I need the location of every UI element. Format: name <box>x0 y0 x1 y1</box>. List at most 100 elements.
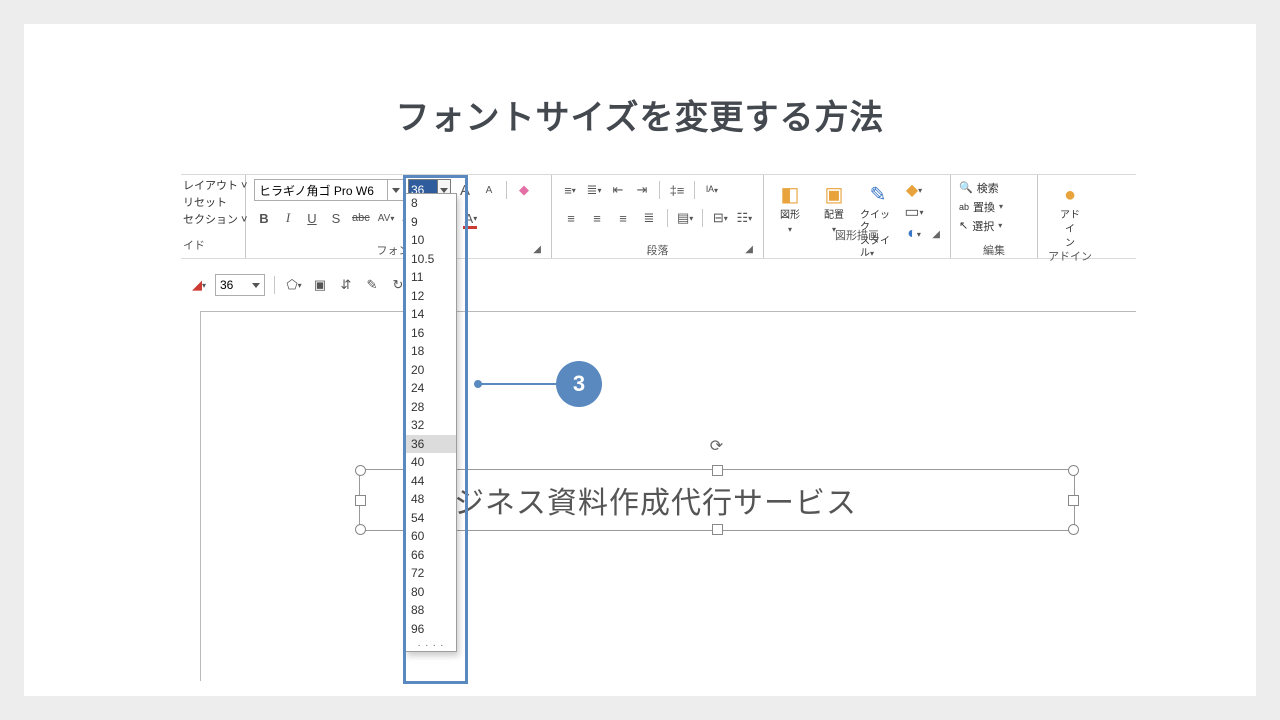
font-size-option[interactable]: 60 <box>406 527 456 546</box>
font-color-button[interactable]: A▾ <box>461 208 481 228</box>
font-size-option[interactable]: 88 <box>406 601 456 620</box>
slide-card: フォントサイズを変更する方法 レイアウト ˅ リセット セクション ˅ イド ヒ… <box>24 24 1256 696</box>
dialog-launcher-icon[interactable]: ◢ <box>932 228 940 242</box>
qat-pen-icon[interactable]: ✎ <box>362 275 382 295</box>
font-size-dropdown-list[interactable]: 891010.511121416182024283236404448546066… <box>405 193 457 652</box>
resize-handle[interactable] <box>355 524 366 535</box>
align-right-button[interactable]: ≡ <box>612 208 634 228</box>
dialog-launcher-icon[interactable]: ◢ <box>533 243 541 257</box>
align-left-button[interactable]: ≡ <box>560 208 582 228</box>
font-size-option[interactable]: 48 <box>406 490 456 509</box>
resize-handle[interactable] <box>1068 465 1079 476</box>
shape-group-label: 図形描画 <box>835 230 879 242</box>
caret-down-icon <box>440 188 448 193</box>
font-size-option[interactable]: 44 <box>406 472 456 491</box>
line-spacing-button[interactable]: ‡≡ <box>667 180 687 200</box>
clear-formatting-button[interactable]: ◆ <box>514 180 534 200</box>
paintbrush-icon: ✎ <box>870 182 887 208</box>
smartart-button[interactable]: ☷▾ <box>734 208 754 228</box>
shapes-icon: ◧ <box>781 182 800 208</box>
font-size-option[interactable]: 20 <box>406 361 456 380</box>
font-size-option[interactable]: 80 <box>406 583 456 602</box>
bullets-button[interactable]: ≡▾ <box>560 180 580 200</box>
numbering-button[interactable]: ≣▾ <box>584 180 604 200</box>
ribbon: レイアウト ˅ リセット セクション ˅ イド ヒラギノ角ゴ Pro W6 36 <box>181 175 1136 259</box>
quick-styles-button[interactable]: ✎ クイック スタイル▾ <box>860 182 896 260</box>
dialog-launcher-icon[interactable]: ◢ <box>745 243 753 257</box>
font-size-option[interactable]: 8 <box>406 194 456 213</box>
font-group: ヒラギノ角ゴ Pro W6 36 A A ◆ B <box>246 175 552 258</box>
italic-button[interactable]: I <box>278 208 298 228</box>
text-content: ジネス資料作成代行サービス <box>454 478 857 522</box>
cursor-icon: ↖ <box>959 219 968 232</box>
font-size-option[interactable]: 18 <box>406 342 456 361</box>
shapes-button[interactable]: ◧ 図形 ▾ <box>772 182 808 236</box>
replace-icon: ab <box>959 202 969 212</box>
shape-fill-button[interactable]: ◆▾ <box>904 180 924 200</box>
qat-bucket-icon[interactable]: ⬠▾ <box>284 275 304 295</box>
paragraph-group-label: 段落 <box>647 245 669 257</box>
increase-font-size-button[interactable]: A <box>455 180 475 200</box>
font-size-option[interactable]: 72 <box>406 564 456 583</box>
shape-outline-button[interactable]: ▭▾ <box>904 202 924 222</box>
section-menu[interactable]: セクション ˅ <box>183 213 243 228</box>
shadow-button[interactable]: S <box>326 208 346 228</box>
bold-button[interactable]: B <box>254 208 274 228</box>
font-size-option[interactable]: 32 <box>406 416 456 435</box>
decrease-indent-button[interactable]: ⇤ <box>608 180 628 200</box>
underline-button[interactable]: U <box>302 208 322 228</box>
font-size-option[interactable]: 14 <box>406 305 456 324</box>
font-size-option[interactable]: 54 <box>406 509 456 528</box>
select-button[interactable]: ↖選択▾ <box>959 217 1029 234</box>
font-size-option[interactable]: 16 <box>406 324 456 343</box>
resize-handle[interactable] <box>355 495 366 506</box>
char-spacing-button[interactable]: AV▾ <box>376 208 397 228</box>
font-size-option[interactable]: 96 <box>406 620 456 639</box>
strikethrough-button[interactable]: abc <box>350 208 372 228</box>
font-size-option[interactable]: 9 <box>406 213 456 232</box>
leader-line <box>476 383 556 385</box>
resize-handle[interactable] <box>1068 524 1079 535</box>
font-size-option[interactable]: 12 <box>406 287 456 306</box>
justify-button[interactable]: ≣ <box>638 208 660 228</box>
font-family-value: ヒラギノ角ゴ Pro W6 <box>259 182 374 199</box>
qat-font-size-combo[interactable]: 36 <box>215 274 265 296</box>
font-size-option[interactable]: 11 <box>406 268 456 287</box>
resize-handle[interactable] <box>355 465 366 476</box>
font-family-combo[interactable]: ヒラギノ角ゴ Pro W6 <box>254 179 404 201</box>
increase-indent-button[interactable]: ⇥ <box>632 180 652 200</box>
font-size-option[interactable]: 10 <box>406 231 456 250</box>
font-size-option[interactable]: 10.5 <box>406 250 456 269</box>
font-size-option[interactable]: 66 <box>406 546 456 565</box>
reset-button[interactable]: リセット <box>183 196 243 211</box>
columns-button[interactable]: ▤▾ <box>675 208 695 228</box>
slide-canvas[interactable]: ジネス資料作成代行サービス ⟳ <box>200 311 1136 681</box>
resize-handle[interactable] <box>712 524 723 535</box>
text-direction-button[interactable]: ᴵᴬ▾ <box>702 180 722 200</box>
addin-button[interactable]: ● アド イ ン <box>1046 182 1094 250</box>
decrease-font-size-button[interactable]: A <box>479 180 499 200</box>
addin-group-label: アドイン <box>1046 250 1094 264</box>
font-color-indicator[interactable]: ◢▾ <box>189 275 209 295</box>
qat-spacing-icon[interactable]: ⇵ <box>336 275 356 295</box>
align-text-button[interactable]: ⊟▾ <box>710 208 730 228</box>
caret-down-icon <box>392 188 400 193</box>
qat-arrange-icon[interactable]: ▣ <box>310 275 330 295</box>
align-center-button[interactable]: ≡ <box>586 208 608 228</box>
selected-text-box[interactable]: ジネス資料作成代行サービス ⟳ <box>359 469 1075 531</box>
font-family-dropdown-button[interactable] <box>387 180 403 200</box>
arrange-button[interactable]: ▣ 配置 ▾ <box>816 182 852 236</box>
step-number-badge: 3 <box>556 361 602 407</box>
font-size-option[interactable]: 40 <box>406 453 456 472</box>
resize-handle[interactable] <box>712 465 723 476</box>
font-size-option[interactable]: 28 <box>406 398 456 417</box>
resize-handle[interactable] <box>1068 495 1079 506</box>
page-title: フォントサイズを変更する方法 <box>24 90 1256 139</box>
font-size-option[interactable]: 36 <box>406 435 456 454</box>
font-size-option[interactable]: 24 <box>406 379 456 398</box>
find-button[interactable]: 🔍検索 <box>959 179 1029 196</box>
replace-button[interactable]: ab置換▾ <box>959 198 1029 215</box>
edit-group: 🔍検索 ab置換▾ ↖選択▾ 編集 <box>951 175 1038 258</box>
layout-menu[interactable]: レイアウト ˅ <box>183 179 243 194</box>
rotate-handle-icon[interactable]: ⟳ <box>710 436 724 456</box>
